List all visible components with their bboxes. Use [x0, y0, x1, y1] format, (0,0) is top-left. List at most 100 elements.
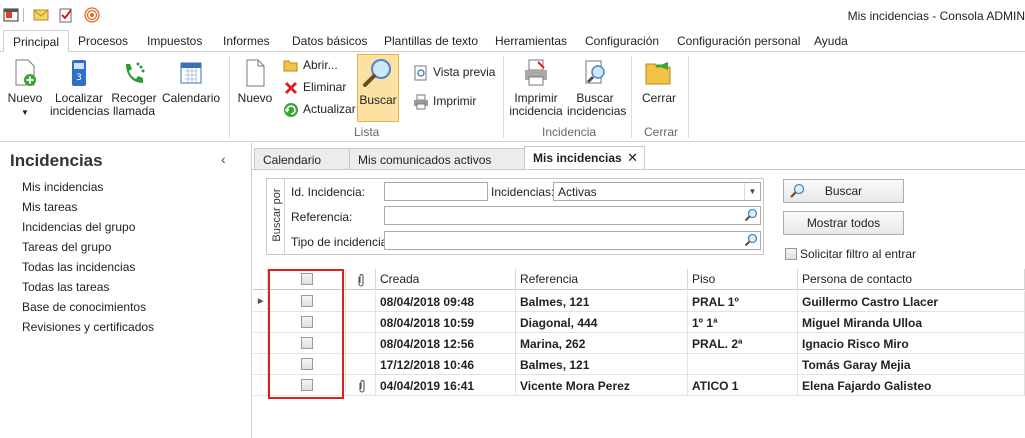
cell-piso: PRAL 1º [688, 291, 798, 312]
solicitar-filtro-label: Solicitar filtro al entrar [800, 247, 917, 261]
cell-persona-contacto: Ignacio Risco Miro [798, 333, 1025, 354]
mail-icon[interactable] [33, 7, 49, 23]
attachment-cell [346, 354, 376, 375]
highlight-box [268, 269, 344, 399]
close-folder-icon [645, 62, 671, 85]
row-indicator-header [253, 269, 268, 290]
close-icon[interactable]: ✕ [627, 150, 638, 166]
tab-informes[interactable]: Informes [223, 34, 270, 48]
print-incident-icon [525, 59, 547, 86]
table-row[interactable]: 17/12/2018 10:46 Balmes, 121 Tomás Garay M… [253, 354, 1025, 375]
search-icon[interactable] [744, 233, 758, 247]
nav-item-base-conocimientos[interactable]: Base de conocimientos [22, 300, 146, 314]
table-row[interactable]: 08/04/2018 12:56 Marina, 262 PRAL. 2ª Ignac… [253, 333, 1025, 354]
row-indicator-cell [253, 354, 268, 375]
doc-tab-label: Calendario [263, 153, 322, 167]
doc-tab-mis-incidencias[interactable]: Mis incidencias ✕ [524, 146, 645, 169]
tab-configuracion[interactable]: Configuración [585, 34, 659, 48]
actualizar-label: Actualizar [303, 102, 356, 117]
actualizar-button[interactable]: Actualizar [283, 102, 356, 118]
tab-principal[interactable]: Principal [3, 30, 70, 53]
localizar-label-1: Localizar [54, 91, 104, 105]
buscar-ribbon-label: Buscar [359, 93, 397, 107]
id-incidencia-input[interactable] [384, 182, 488, 201]
cell-piso: PRAL. 2ª [688, 333, 798, 354]
chevron-down-icon[interactable]: ▼ [744, 183, 760, 200]
search-icon[interactable] [744, 208, 758, 222]
printer-icon [414, 94, 428, 110]
buscar-button[interactable]: Buscar [783, 179, 904, 203]
tipo-incidencia-input[interactable] [384, 231, 761, 250]
attachment-cell [346, 333, 376, 354]
cell-creada: 08/04/2018 09:48 [376, 291, 516, 312]
tab-herramientas[interactable]: Herramientas [495, 34, 567, 48]
nav-item-todas-tareas[interactable]: Todas las tareas [22, 280, 109, 294]
nav-item-tareas-grupo[interactable]: Tareas del grupo [22, 240, 111, 254]
table-row[interactable]: 08/04/2018 10:59 Diagonal, 444 1º 1ª Miguel… [253, 312, 1025, 333]
buscar-incidencias-button[interactable]: Buscar incidencias [567, 58, 626, 118]
app-icon[interactable] [3, 7, 19, 23]
abrir-label: Abrir... [303, 58, 338, 72]
tab-datos-basicos[interactable]: Datos básicos [292, 34, 367, 48]
nuevo-lista-button[interactable]: Nuevo [236, 58, 274, 105]
tab-ayuda[interactable]: Ayuda [814, 34, 848, 48]
cell-referencia: Vicente Mora Perez [516, 375, 688, 396]
blank-document-icon [246, 59, 265, 87]
tab-plantillas-texto[interactable]: Plantillas de texto [384, 34, 478, 48]
recoger-llamada-button[interactable]: Recoger llamada [111, 58, 157, 118]
table-row[interactable]: ▶ 08/04/2018 09:48 Balmes, 121 PRAL 1º Guill… [253, 291, 1025, 312]
table-row[interactable]: 04/04/2019 16:41 Vicente Mora Perez ATICO … [253, 375, 1025, 396]
nav-item-todas-incidencias[interactable]: Todas las incidencias [22, 260, 135, 274]
nav-item-revisiones[interactable]: Revisiones y certificados [22, 320, 154, 334]
imprimir-label: Imprimir [433, 94, 477, 109]
attachment-header[interactable] [346, 269, 376, 290]
broadcast-icon[interactable] [84, 7, 100, 23]
folder-open-icon [283, 60, 298, 72]
paperclip-icon[interactable] [357, 379, 367, 393]
recoger-label-2: llamada [112, 104, 156, 118]
referencia-input[interactable] [384, 206, 761, 225]
collapse-icon[interactable]: ‹ [221, 151, 226, 167]
eliminar-button[interactable]: Eliminar [283, 80, 346, 95]
localizar-incidencias-button[interactable]: 3 Localizar incidencias [50, 58, 110, 118]
cell-piso [688, 354, 798, 375]
nuevo-button[interactable]: Nuevo ▼ [4, 58, 46, 119]
nav-item-incidencias-grupo[interactable]: Incidencias del grupo [22, 220, 135, 234]
eliminar-label: Eliminar [303, 80, 347, 94]
doc-tab-comunicados[interactable]: Mis comunicados activos [349, 148, 525, 169]
vista-previa-button[interactable]: Vista previa [413, 65, 495, 81]
nav-item-mis-incidencias[interactable]: Mis incidencias [22, 180, 103, 194]
buscar-ribbon-button[interactable]: Buscar [357, 54, 399, 122]
abrir-button[interactable]: Abrir... [283, 58, 338, 73]
imprimir-incidencia-button[interactable]: Imprimir incidencia [508, 58, 564, 118]
nav-item-mis-tareas[interactable]: Mis tareas [22, 200, 77, 214]
column-header-persona-contacto[interactable]: Persona de contacto [798, 269, 1025, 290]
mostrar-todos-button[interactable]: Mostrar todos [783, 211, 904, 235]
separator [23, 8, 24, 22]
tab-procesos[interactable]: Procesos [78, 34, 128, 48]
delete-icon [284, 81, 298, 94]
calendario-label: Calendario [162, 91, 221, 105]
incidencias-select[interactable]: Activas ▼ [553, 182, 761, 201]
refresh-icon [284, 103, 298, 117]
cell-persona-contacto: Tomás Garay Mejia [798, 354, 1025, 375]
localizar-label-2: incidencias [50, 104, 110, 118]
column-header-creada[interactable]: Creada [376, 269, 516, 290]
task-icon[interactable] [58, 7, 74, 23]
nuevo-label: Nuevo [7, 91, 43, 105]
imprimir-button[interactable]: Imprimir [413, 94, 476, 110]
cell-persona-contacto: Miguel Miranda Ulloa [798, 312, 1025, 333]
doc-tab-calendario[interactable]: Calendario [254, 148, 350, 169]
title-bar: Mis incidencias - Consola ADMIN [0, 0, 1025, 30]
calendario-button[interactable]: Calendario [162, 58, 220, 105]
column-header-piso[interactable]: Piso [688, 269, 798, 290]
cerrar-button[interactable]: Cerrar [638, 58, 680, 105]
chevron-down-icon: ▼ [21, 108, 29, 117]
separator [688, 56, 689, 138]
tab-configuracion-personal[interactable]: Configuración personal [677, 34, 800, 48]
column-header-referencia[interactable]: Referencia [516, 269, 688, 290]
solicitar-filtro-checkbox[interactable] [785, 248, 797, 260]
tab-impuestos[interactable]: Impuestos [147, 34, 202, 48]
phone-icon [126, 62, 145, 83]
cell-piso: ATICO 1 [688, 375, 798, 396]
